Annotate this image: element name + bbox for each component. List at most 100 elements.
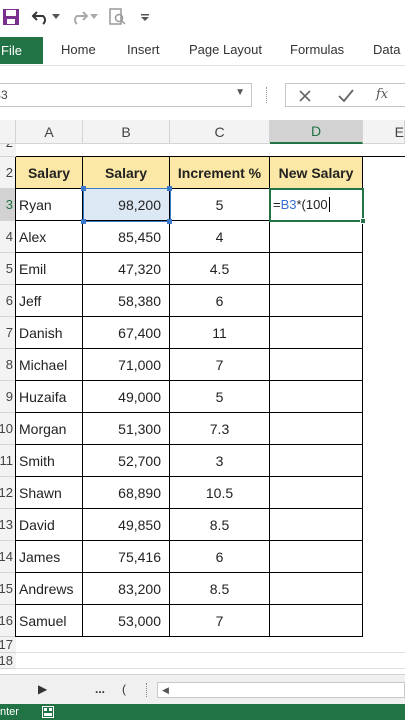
column-header-b[interactable]: B [83, 120, 170, 144]
row-header[interactable]: 10 [0, 413, 16, 445]
selection-handle[interactable] [167, 186, 172, 191]
table-cell[interactable]: Ryan [16, 189, 83, 221]
row-header[interactable]: 14 [0, 541, 16, 573]
table-cell[interactable]: 3 [170, 445, 270, 477]
table-cell[interactable]: 11 [170, 317, 270, 349]
table-cell[interactable]: Smith [16, 445, 83, 477]
table-cell[interactable]: 47,320 [83, 253, 170, 285]
undo-dropdown-icon[interactable] [50, 6, 62, 28]
table-cell[interactable]: 6 [170, 285, 270, 317]
tab-page-layout[interactable]: Page Layout [189, 42, 262, 57]
table-header-cell[interactable]: New Salary [270, 157, 363, 189]
selection-handle[interactable] [81, 186, 86, 191]
table-cell[interactable]: 58,380 [83, 285, 170, 317]
horizontal-scrollbar[interactable]: ◀ [157, 682, 405, 698]
table-cell[interactable]: Morgan [16, 413, 83, 445]
table-cell[interactable]: 49,000 [83, 381, 170, 413]
row-header[interactable]: 15 [0, 573, 16, 605]
table-cell[interactable]: 85,450 [83, 221, 170, 253]
column-header-e[interactable]: E [363, 120, 405, 144]
next-sheet-icon[interactable]: ▶ [38, 682, 47, 696]
name-box[interactable]: B3 ▼ [0, 83, 252, 107]
row-header[interactable]: 3 [0, 189, 16, 221]
row-header[interactable]: 17 [0, 637, 16, 653]
customize-toolbar-icon[interactable] [138, 6, 152, 28]
table-cell[interactable]: 52,700 [83, 445, 170, 477]
tab-home[interactable]: Home [61, 42, 96, 57]
selection-handle[interactable] [167, 219, 172, 224]
tab-file[interactable]: File [0, 37, 43, 64]
table-cell[interactable]: 10.5 [170, 477, 270, 509]
table-cell[interactable]: 6 [170, 541, 270, 573]
table-cell[interactable]: 67,400 [83, 317, 170, 349]
table-cell[interactable]: 75,416 [83, 541, 170, 573]
new-salary-cell[interactable] [270, 285, 363, 317]
table-cell[interactable]: Emil [16, 253, 83, 285]
table-cell[interactable]: 49,850 [83, 509, 170, 541]
row-header[interactable]: 12 [0, 477, 16, 509]
column-header-d[interactable]: D [270, 120, 363, 144]
new-salary-cell[interactable] [270, 349, 363, 381]
table-header-cell[interactable]: Salary [16, 157, 83, 189]
redo-dropdown-icon[interactable] [88, 6, 100, 28]
row-header[interactable]: 9 [0, 381, 16, 413]
table-cell[interactable]: 4.5 [170, 253, 270, 285]
row-header[interactable]: 6 [0, 285, 16, 317]
table-cell[interactable]: 8.5 [170, 573, 270, 605]
editing-cell[interactable]: = B3 *(100 [270, 189, 363, 221]
row-header[interactable]: 13 [0, 509, 16, 541]
table-cell[interactable]: 98,200 [83, 189, 170, 221]
selection-handle[interactable] [81, 219, 86, 224]
table-cell[interactable]: Michael [16, 349, 83, 381]
new-salary-cell[interactable] [270, 605, 363, 637]
table-cell[interactable]: 7.3 [170, 413, 270, 445]
row-header[interactable]: 4 [0, 221, 16, 253]
table-cell[interactable]: 5 [170, 189, 270, 221]
new-salary-cell[interactable] [270, 381, 363, 413]
new-salary-cell[interactable] [270, 573, 363, 605]
tab-insert[interactable]: Insert [127, 42, 160, 57]
fill-handle[interactable] [360, 218, 366, 224]
undo-icon[interactable] [30, 6, 52, 28]
select-all-corner[interactable] [0, 120, 16, 144]
row-header[interactable]: 7 [0, 317, 16, 349]
table-cell[interactable]: 7 [170, 349, 270, 381]
more-sheets-button[interactable]: ... [95, 682, 105, 696]
table-cell[interactable]: Shawn [16, 477, 83, 509]
new-salary-cell[interactable] [270, 317, 363, 349]
table-cell[interactable]: 83,200 [83, 573, 170, 605]
table-cell[interactable]: James [16, 541, 83, 573]
save-icon[interactable] [0, 6, 22, 28]
scroll-left-icon[interactable]: ◀ [162, 685, 169, 696]
table-cell[interactable]: David [16, 509, 83, 541]
new-salary-cell[interactable] [270, 445, 363, 477]
table-cell[interactable]: Alex [16, 221, 83, 253]
row-header[interactable]: 2 [0, 157, 16, 189]
column-header-c[interactable]: C [170, 120, 270, 144]
table-cell[interactable]: Andrews [16, 573, 83, 605]
tab-formulas[interactable]: Formulas [290, 42, 344, 57]
insert-function-icon[interactable]: fx [376, 87, 388, 102]
table-cell[interactable]: 71,000 [83, 349, 170, 381]
redo-icon[interactable] [68, 6, 90, 28]
table-header-cell[interactable]: Salary [83, 157, 170, 189]
new-salary-cell[interactable] [270, 509, 363, 541]
check-icon[interactable] [338, 86, 354, 107]
table-cell[interactable]: Jeff [16, 285, 83, 317]
new-salary-cell[interactable] [270, 541, 363, 573]
table-cell[interactable]: 51,300 [83, 413, 170, 445]
table-cell[interactable]: 5 [170, 381, 270, 413]
table-cell[interactable]: Danish [16, 317, 83, 349]
new-salary-cell[interactable] [270, 477, 363, 509]
chevron-down-icon[interactable]: ▼ [235, 87, 245, 98]
macro-record-icon[interactable] [42, 706, 54, 720]
table-header-cell[interactable]: Increment % [170, 157, 270, 189]
new-salary-cell[interactable] [270, 221, 363, 253]
row-header[interactable]: 8 [0, 349, 16, 381]
new-salary-cell[interactable] [270, 413, 363, 445]
table-cell[interactable]: 4 [170, 221, 270, 253]
column-header-a[interactable]: A [16, 120, 83, 144]
row-header[interactable]: 11 [0, 445, 16, 477]
row-header[interactable]: 16 [0, 605, 16, 637]
new-salary-cell[interactable] [270, 253, 363, 285]
